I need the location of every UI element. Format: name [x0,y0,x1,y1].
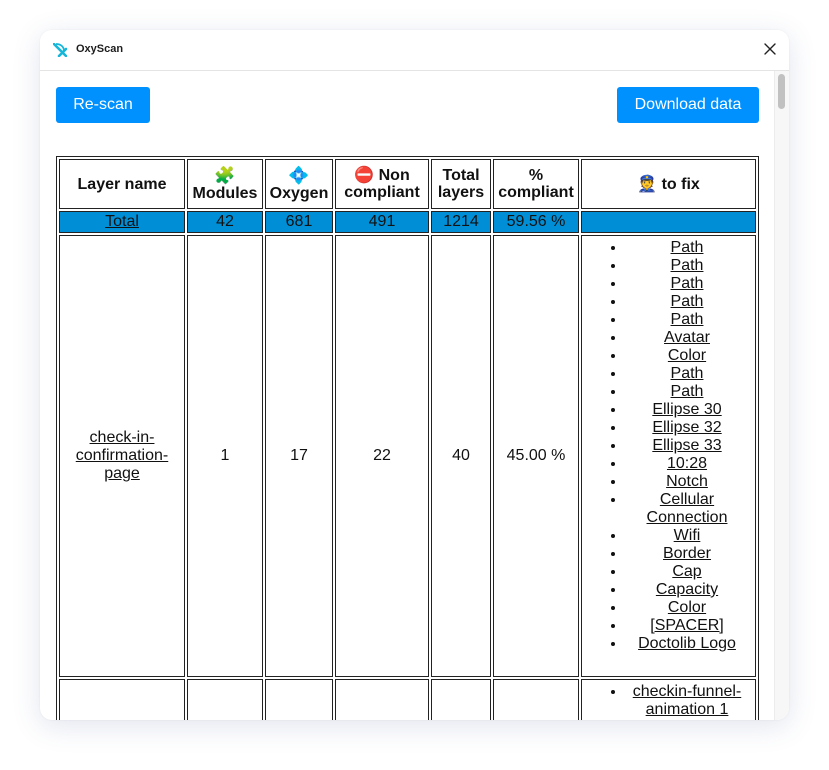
layer-name-cell: check-in-confirmation-page [59,235,185,677]
to-fix-layer-link[interactable]: 10:28 [667,455,707,472]
to-fix-layer-link[interactable]: Avatar [664,329,710,346]
total-row: Total 42 681 491 1214 59.56 % [59,211,756,233]
to-fix-item: Capacity [626,581,748,599]
to-fix-item: Doctolib Logo [626,635,748,653]
oxygen-cell [265,679,333,720]
header-oxygen: 💠 Oxygen [265,159,333,209]
diamond-icon: 💠 [288,165,310,185]
oxyscan-window: OxyScan Re-scan Download data Layer name… [40,30,789,720]
to-fix-layer-link[interactable]: 10:28 [667,719,707,720]
total-layers: 1214 [431,211,491,233]
total-pct-compliant: 59.56 % [493,211,579,233]
table-row: check-in-confirmation-page 1 17 22 40 45… [59,235,756,677]
to-fix-layer-link[interactable]: Doctolib Logo [638,635,736,652]
to-fix-layer-link[interactable]: Cap [672,563,701,580]
header-total-layers: Total layers [431,159,491,209]
to-fix-cell: PathPathPathPathPathAvatarColorPathPathE… [581,235,756,677]
to-fix-item: Border [626,545,748,563]
header-to-fix: 👮 to fix [581,159,756,209]
to-fix-layer-link[interactable]: checkin-funnel-animation 1 [633,683,742,718]
total-modules: 42 [187,211,263,233]
puzzle-piece-icon: 🧩 [214,165,236,185]
to-fix-layer-link[interactable]: Ellipse 33 [652,437,721,454]
to-fix-item: Cap [626,563,748,581]
to-fix-item: Ellipse 30 [626,401,748,419]
total-non-compliant: 491 [335,211,429,233]
to-fix-item: Path [626,311,748,329]
to-fix-layer-link[interactable]: Path [671,257,704,274]
to-fix-layer-link[interactable]: Cellular Connection [647,491,728,526]
oxyscan-logo-icon [53,43,67,57]
to-fix-item: Path [626,293,748,311]
to-fix-item: Notch [626,473,748,491]
to-fix-layer-link[interactable]: Path [671,293,704,310]
to-fix-item: checkin-funnel-animation 1 [626,683,748,719]
total-layers-cell [431,679,491,720]
app-title: OxyScan [76,43,124,55]
pct-compliant-cell: 45.00 % [493,235,579,677]
total-oxygen: 681 [265,211,333,233]
police-officer-icon: 👮 [637,175,658,193]
to-fix-layer-link[interactable]: Wifi [674,527,701,544]
to-fix-item: [SPACER] [626,617,748,635]
non-compliant-cell: 22 [335,235,429,677]
to-fix-layer-link[interactable]: Capacity [656,581,718,598]
layer-name-cell [59,679,185,720]
table-header-row: Layer name 🧩 Modules 💠 Oxygen ⛔ Non compli… [59,159,756,209]
header-non-compliant: ⛔ Non compliant [335,159,429,209]
to-fix-layer-link[interactable]: Path [671,311,704,328]
main-content: Re-scan Download data Layer name 🧩 Module… [40,71,775,720]
to-fix-item: 10:28 [626,455,748,473]
to-fix-item: Color [626,347,748,365]
to-fix-layer-link[interactable]: Color [668,599,706,616]
to-fix-layer-link[interactable]: Ellipse 30 [652,401,721,418]
to-fix-layer-link[interactable]: Border [663,545,711,562]
modules-cell [187,679,263,720]
to-fix-item: Ellipse 32 [626,419,748,437]
to-fix-item: Cellular Connection [626,491,748,527]
to-fix-list: PathPathPathPathPathAvatarColorPathPathE… [585,237,752,675]
compliance-table: Layer name 🧩 Modules 💠 Oxygen ⛔ Non compli… [56,156,759,720]
no-entry-icon: ⛔ [354,167,375,184]
total-to-fix [581,211,756,233]
header-modules: 🧩 Modules [187,159,263,209]
download-data-button[interactable]: Download data [617,87,759,123]
to-fix-item: Path [626,275,748,293]
to-fix-list: checkin-funnel-animation 110:28 [585,681,752,720]
non-compliant-cell [335,679,429,720]
total-name-cell: Total [59,211,185,233]
oxygen-cell: 17 [265,235,333,677]
header-pct-compliant: % compliant [493,159,579,209]
to-fix-cell: checkin-funnel-animation 110:28 [581,679,756,720]
header-layer-name: Layer name [59,159,185,209]
to-fix-layer-link[interactable]: Path [671,239,704,256]
total-link[interactable]: Total [105,213,139,230]
to-fix-item: Path [626,365,748,383]
total-layers-cell: 40 [431,235,491,677]
to-fix-layer-link[interactable]: Path [671,275,704,292]
to-fix-layer-link[interactable]: Notch [666,473,708,490]
table-row: checkin-funnel-animation 110:28 [59,679,756,720]
scrollbar-thumb[interactable] [778,74,785,109]
rescan-button[interactable]: Re-scan [56,87,150,123]
to-fix-item: Color [626,599,748,617]
to-fix-item: Path [626,383,748,401]
to-fix-layer-link[interactable]: [SPACER] [650,617,724,634]
to-fix-layer-link[interactable]: Color [668,347,706,364]
to-fix-layer-link[interactable]: Ellipse 32 [652,419,721,436]
to-fix-item: 10:28 [626,719,748,720]
to-fix-layer-link[interactable]: Path [671,365,704,382]
to-fix-item: Ellipse 33 [626,437,748,455]
to-fix-item: Avatar [626,329,748,347]
modules-cell: 1 [187,235,263,677]
layer-link[interactable]: check-in-confirmation-page [76,429,168,482]
to-fix-layer-link[interactable]: Path [671,383,704,400]
to-fix-item: Path [626,239,748,257]
to-fix-item: Wifi [626,527,748,545]
close-icon[interactable] [763,42,777,56]
title-bar: OxyScan [40,30,789,71]
pct-compliant-cell [493,679,579,720]
vertical-scrollbar[interactable] [774,71,789,720]
to-fix-item: Path [626,257,748,275]
